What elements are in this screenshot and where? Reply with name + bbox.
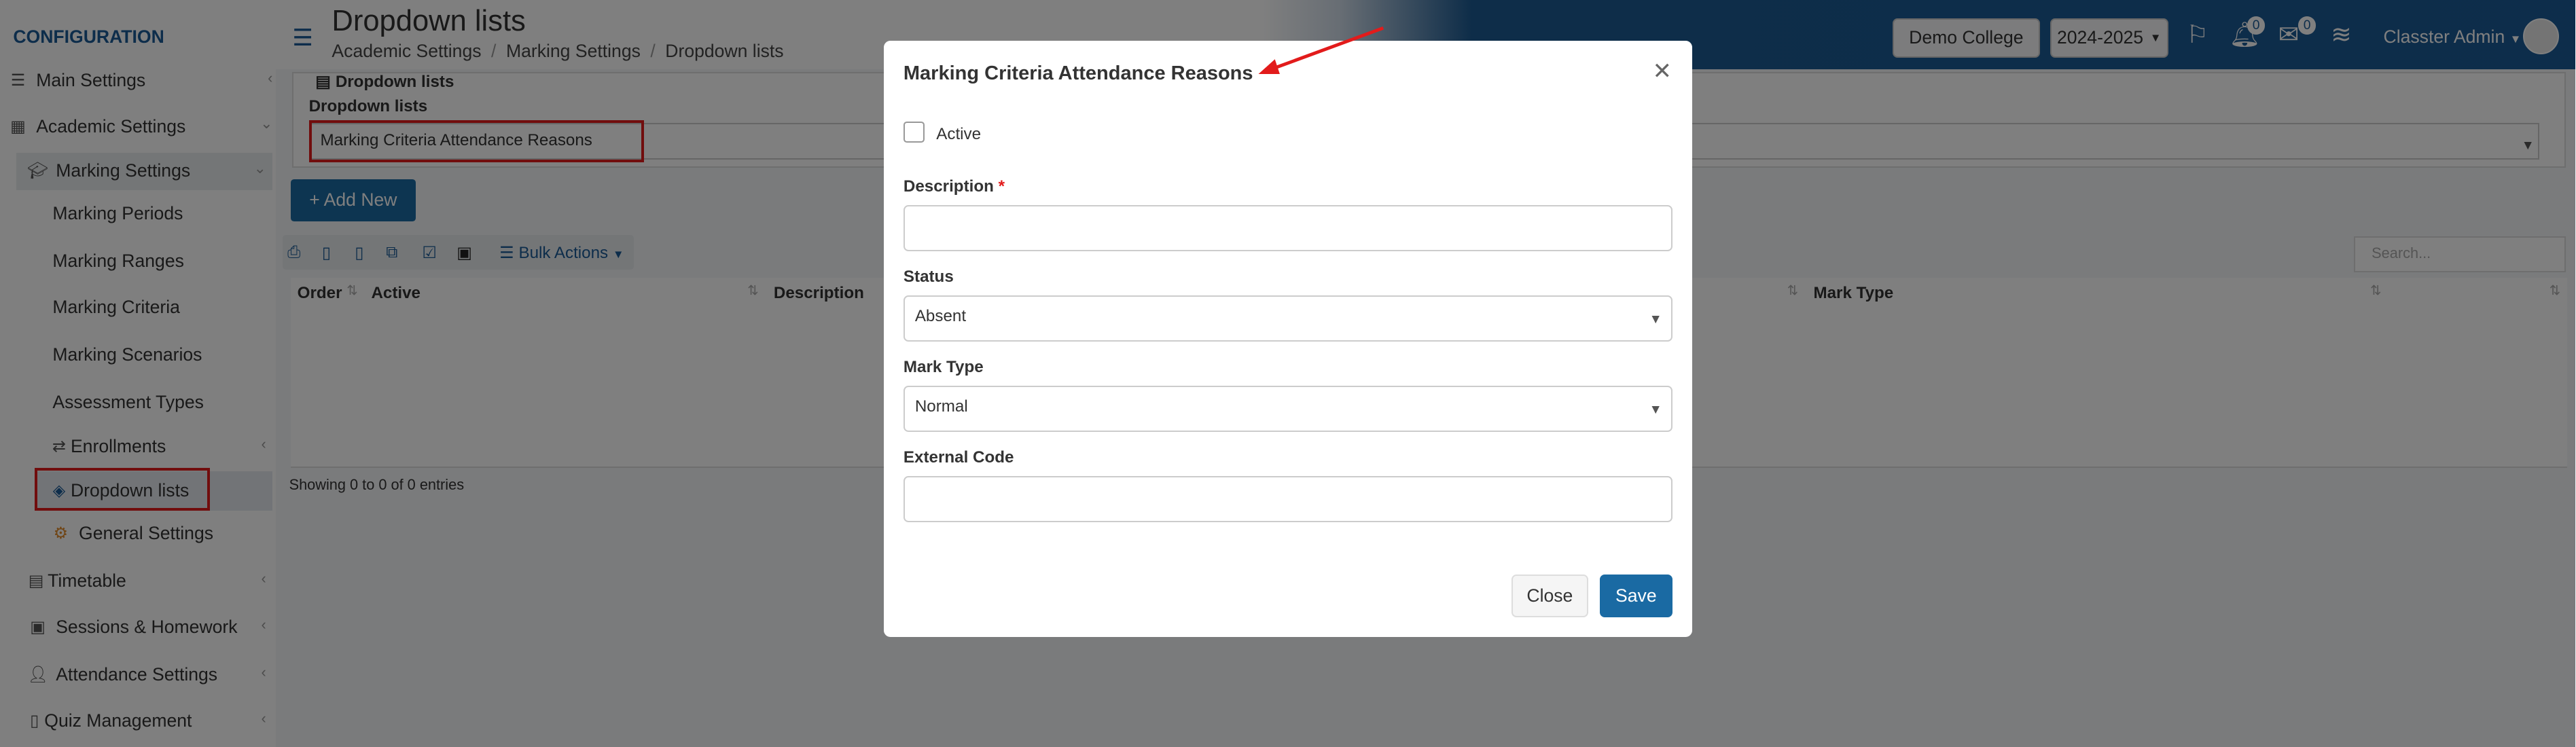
status-label: Status xyxy=(903,268,954,287)
mark-type-label: Mark Type xyxy=(903,358,984,377)
mark-type-select-value: Normal xyxy=(914,397,968,416)
external-code-label: External Code xyxy=(903,448,1014,467)
caret-down-icon: ▼ xyxy=(1649,402,1662,418)
status-select-value: Absent xyxy=(914,307,967,326)
active-label: Active xyxy=(936,124,982,143)
mark-type-select[interactable] xyxy=(903,386,1672,432)
description-input[interactable] xyxy=(903,205,1672,251)
description-label: Description * xyxy=(903,177,1005,196)
modal-title: Marking Criteria Attendance Reasons xyxy=(903,62,1253,84)
status-select[interactable] xyxy=(903,295,1672,342)
close-button[interactable]: Close xyxy=(1511,575,1589,618)
active-checkbox[interactable] xyxy=(903,121,925,143)
required-indicator: * xyxy=(998,177,1005,196)
close-icon[interactable]: ✕ xyxy=(1653,58,1672,85)
caret-down-icon: ▼ xyxy=(1649,312,1662,327)
external-code-input[interactable] xyxy=(903,476,1672,522)
annotation-arrow xyxy=(1258,26,1384,74)
save-button[interactable]: Save xyxy=(1600,575,1672,618)
